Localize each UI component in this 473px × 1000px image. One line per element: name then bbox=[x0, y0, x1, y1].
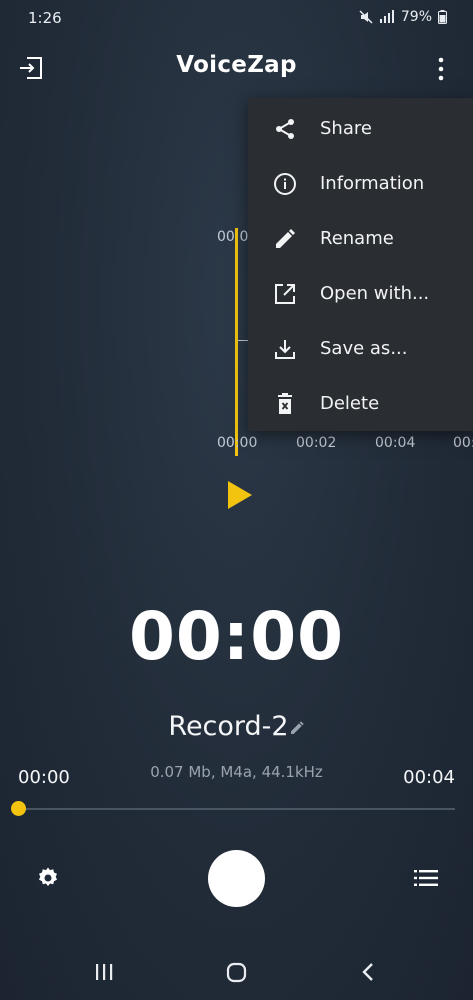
record-name-label: Record-2 bbox=[168, 711, 289, 742]
menu-item-label: Delete bbox=[320, 393, 380, 414]
menu-item-label: Information bbox=[320, 173, 425, 194]
home-icon[interactable] bbox=[226, 962, 247, 983]
menu-item-information[interactable]: Information bbox=[248, 156, 473, 211]
back-icon[interactable] bbox=[360, 962, 376, 982]
battery-percent: 79% bbox=[400, 9, 432, 25]
progress-track[interactable] bbox=[18, 808, 455, 810]
play-icon[interactable] bbox=[226, 479, 254, 511]
status-icons: 79% bbox=[359, 9, 447, 25]
more-options-icon[interactable] bbox=[430, 56, 452, 82]
total-duration: 00:04 bbox=[403, 767, 455, 788]
timeline-tick-label: 00:02 bbox=[296, 435, 337, 451]
gear-icon[interactable] bbox=[36, 866, 60, 890]
current-time: 00:00 bbox=[18, 767, 70, 788]
timeline-tick-label: 00:00 bbox=[217, 435, 258, 451]
context-menu: Share Information Rename Open with... Sa… bbox=[248, 98, 473, 431]
status-time: 1:26 bbox=[28, 9, 62, 27]
waveform-top-label: 00:0 bbox=[217, 229, 249, 245]
timeline-tick-label: 00:04 bbox=[375, 435, 416, 451]
waveform-midline bbox=[238, 340, 248, 341]
menu-item-rename[interactable]: Rename bbox=[248, 211, 473, 266]
record-name[interactable]: Record-2 bbox=[0, 711, 473, 742]
menu-item-label: Save as... bbox=[320, 338, 408, 359]
battery-icon bbox=[438, 10, 447, 24]
menu-item-share[interactable]: Share bbox=[248, 101, 473, 156]
menu-item-open-with[interactable]: Open with... bbox=[248, 266, 473, 321]
trash-icon bbox=[272, 391, 298, 417]
pencil-icon bbox=[272, 226, 298, 252]
share-icon bbox=[272, 116, 298, 142]
mute-icon bbox=[359, 10, 373, 24]
menu-item-label: Rename bbox=[320, 228, 394, 249]
menu-item-save-as[interactable]: Save as... bbox=[248, 321, 473, 376]
info-icon bbox=[272, 171, 298, 197]
signal-icon bbox=[379, 10, 394, 23]
download-icon bbox=[272, 336, 298, 362]
elapsed-timer: 00:00 bbox=[128, 598, 345, 675]
open-external-icon bbox=[272, 281, 298, 307]
record-button[interactable] bbox=[208, 850, 265, 907]
menu-item-label: Open with... bbox=[320, 283, 430, 304]
file-info: 0.07 Mb, M4a, 44.1kHz bbox=[150, 763, 323, 781]
progress-knob[interactable] bbox=[11, 801, 26, 816]
recents-icon[interactable] bbox=[94, 962, 114, 982]
app-title: VoiceZap bbox=[176, 52, 297, 78]
edit-name-icon[interactable] bbox=[289, 720, 305, 736]
menu-item-label: Share bbox=[320, 118, 372, 139]
timeline-tick-label: 00:0 bbox=[453, 435, 473, 451]
menu-item-delete[interactable]: Delete bbox=[248, 376, 473, 431]
playhead[interactable] bbox=[235, 228, 238, 456]
recordings-list-icon[interactable] bbox=[414, 868, 438, 888]
